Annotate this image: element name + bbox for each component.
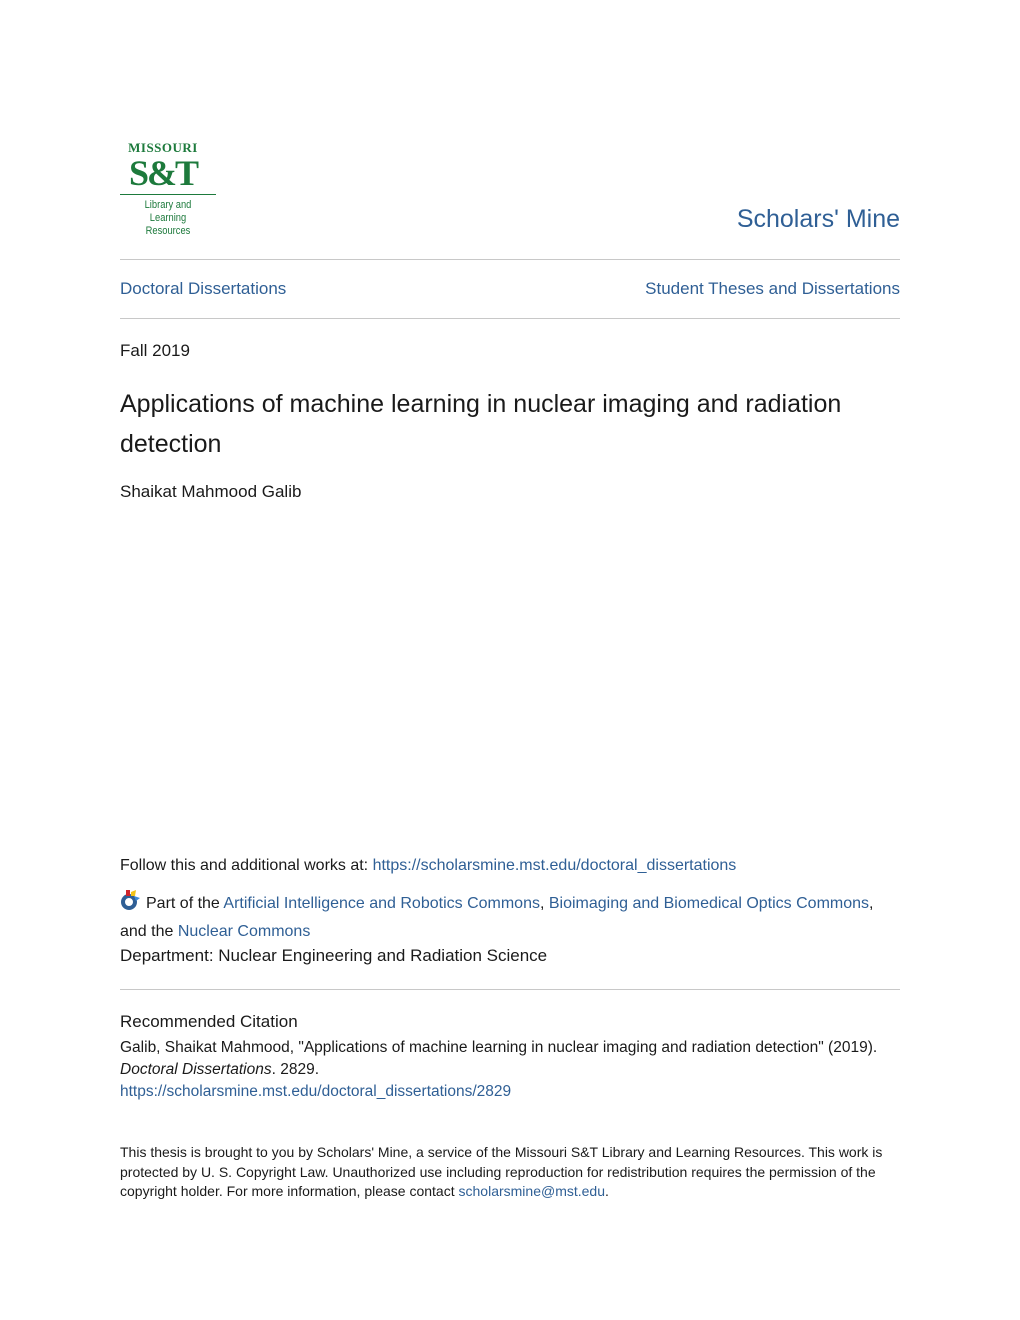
bepress-commons-icon — [121, 890, 140, 910]
breadcrumb-student-theses[interactable]: Student Theses and Dissertations — [645, 279, 900, 299]
copyright-notice: This thesis is brought to you by Scholar… — [120, 1143, 900, 1202]
follow-line: Follow this and additional works at: htt… — [120, 857, 736, 875]
logo-library-line1: Library and — [144, 199, 192, 211]
discipline-link-nuclear[interactable]: Nuclear Commons — [178, 923, 310, 940]
department: Department: Nuclear Engineering and Radi… — [120, 946, 548, 965]
divider-breadcrumb — [120, 318, 900, 319]
logo-st: S&T — [128, 153, 199, 193]
publication-date: Fall 2019 — [120, 341, 190, 360]
part-of-disciplines: Part of the Artificial Intelligence and … — [120, 890, 900, 946]
citation-text: Galib, Shaikat Mahmood, "Applications of… — [120, 1037, 900, 1103]
citation-body: Galib, Shaikat Mahmood, "Applications of… — [120, 1039, 878, 1056]
divider-citation — [120, 989, 900, 990]
citation-number: . 2829. — [271, 1061, 320, 1078]
document-title: Applications of machine learning in nucl… — [120, 390, 842, 458]
breadcrumb-doctoral-dissertations[interactable]: Doctoral Dissertations — [120, 279, 286, 299]
divider-top — [120, 259, 900, 260]
citation-url-link[interactable]: https://scholarsmine.mst.edu/doctoral_di… — [120, 1083, 511, 1100]
discipline-link-ai-robotics[interactable]: Artificial Intelligence and Robotics Com… — [223, 895, 540, 912]
author-name: Shaikat Mahmood Galib — [120, 482, 302, 501]
notice-end: . — [605, 1183, 609, 1199]
contact-email-link[interactable]: scholarsmine@mst.edu — [459, 1183, 606, 1199]
separator: , — [539, 895, 549, 912]
part-of-prefix: Part of the — [146, 895, 224, 912]
citation-series: Doctoral Dissertations — [120, 1061, 272, 1078]
follow-label: Follow this and additional works at: — [120, 857, 373, 874]
citation-heading: Recommended Citation — [120, 1012, 298, 1031]
scholars-mine-link[interactable]: Scholars' Mine — [737, 205, 900, 234]
discipline-link-bioimaging[interactable]: Bioimaging and Biomedical Optics Commons — [549, 895, 869, 912]
collection-url-link[interactable]: https://scholarsmine.mst.edu/doctoral_di… — [373, 857, 737, 874]
logo-library: Library and Learning Resources — [127, 199, 209, 238]
library-logo: MISSOURI S&T Library and Learning Resour… — [120, 140, 216, 238]
logo-divider — [120, 194, 216, 195]
logo-library-line2: Learning Resources — [145, 212, 191, 237]
